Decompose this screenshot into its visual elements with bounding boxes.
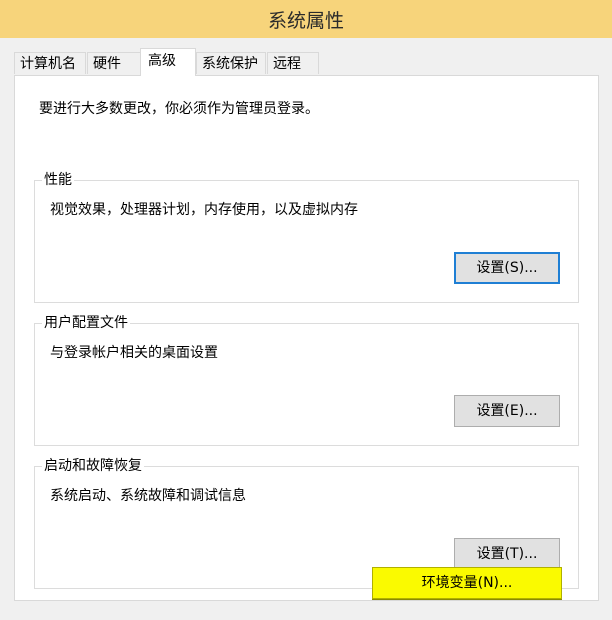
close-button[interactable]: [574, 0, 612, 30]
startup-recovery-settings-button[interactable]: 设置(T)...: [454, 538, 560, 570]
user-profiles-description: 与登录帐户相关的桌面设置: [50, 345, 218, 361]
tab-advanced[interactable]: 高级: [140, 48, 196, 76]
tab-computer-name[interactable]: 计算机名: [14, 52, 86, 74]
performance-group: 性能 视觉效果，处理器计划，内存使用，以及虚拟内存 设置(S)...: [34, 171, 579, 303]
admin-notice: 要进行大多数更改，你必须作为管理员登录。: [39, 101, 319, 117]
window-title: 系统属性: [267, 10, 344, 32]
tab-system-protection[interactable]: 系统保护: [196, 52, 266, 74]
startup-recovery-description: 系统启动、系统故障和调试信息: [50, 488, 246, 504]
dialog-body: 计算机名 硬件 高级 系统保护 远程 要进行大多数更改，你必须作为管理员登录。 …: [0, 38, 612, 620]
user-profiles-title: 用户配置文件: [42, 314, 130, 332]
user-profiles-group: 用户配置文件 与登录帐户相关的桌面设置 设置(E)...: [34, 314, 579, 446]
startup-recovery-title: 启动和故障恢复: [42, 457, 144, 475]
title-bar[interactable]: 系统属性: [0, 0, 612, 38]
tab-remote[interactable]: 远程: [267, 52, 319, 74]
performance-settings-button[interactable]: 设置(S)...: [454, 252, 560, 284]
tab-hardware[interactable]: 硬件: [87, 52, 141, 74]
performance-title: 性能: [42, 171, 74, 189]
advanced-panel: 要进行大多数更改，你必须作为管理员登录。 性能 视觉效果，处理器计划，内存使用，…: [14, 75, 599, 601]
environment-variables-button[interactable]: 环境变量(N)...: [372, 567, 562, 599]
user-profiles-settings-button[interactable]: 设置(E)...: [454, 395, 560, 427]
performance-description: 视觉效果，处理器计划，内存使用，以及虚拟内存: [50, 202, 358, 218]
